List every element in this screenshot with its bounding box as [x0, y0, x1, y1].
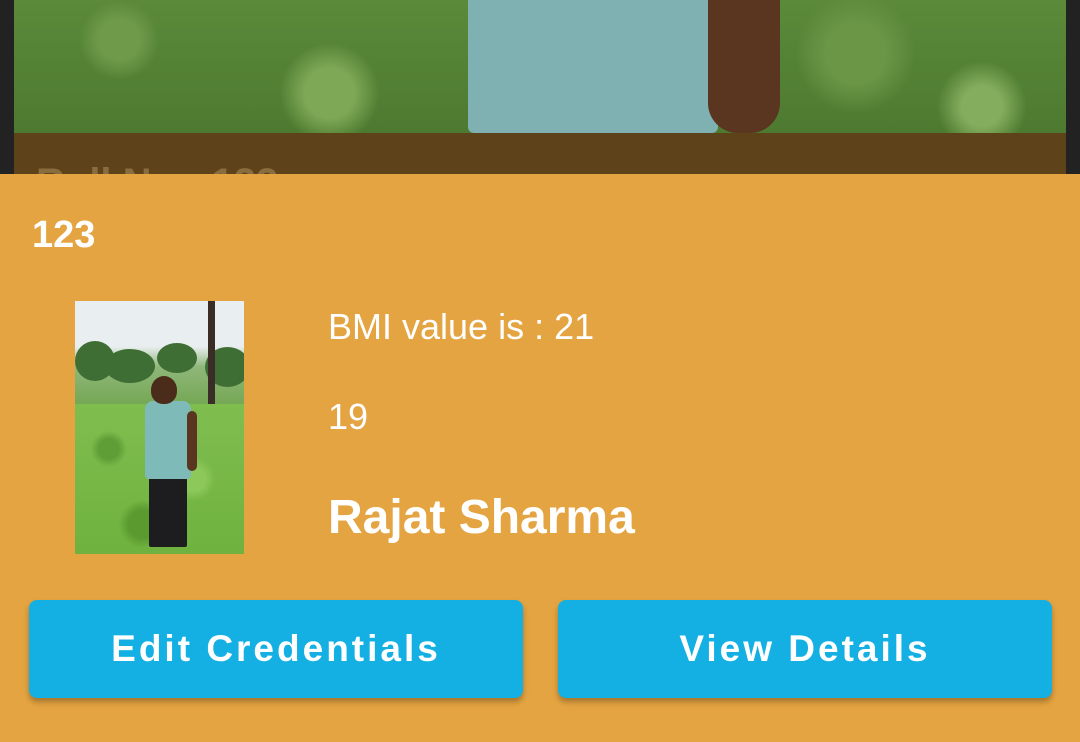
edit-credentials-button[interactable]: Edit Credentials — [29, 600, 523, 698]
age-value: 19 — [328, 396, 369, 437]
photo-tree — [157, 343, 197, 373]
photo-person-head — [151, 376, 177, 404]
view-details-button[interactable]: View Details — [558, 600, 1052, 698]
student-details-bottom-sheet: 123 BMI value is : 21 19 Rajat Sharma Ed… — [0, 174, 1080, 742]
background-arm — [708, 0, 780, 133]
screen: Roll No : 123 123 BMI value is : 21 19 R… — [0, 0, 1080, 742]
photo-person-arm — [187, 411, 197, 471]
background-student-card: Roll No : 123 — [14, 0, 1066, 200]
background-card-photo — [14, 0, 1066, 133]
photo-person-shirt — [145, 401, 191, 479]
background-person-image — [450, 0, 780, 133]
background-shirt — [468, 0, 718, 133]
student-name: Rajat Sharma — [328, 491, 635, 544]
photo-person-pants — [149, 477, 187, 547]
student-photo — [75, 301, 244, 554]
photo-tree — [105, 349, 155, 383]
photo-pole — [208, 301, 215, 421]
roll-number: 123 — [32, 214, 96, 256]
bmi-value-text: BMI value is : 21 — [328, 306, 595, 347]
